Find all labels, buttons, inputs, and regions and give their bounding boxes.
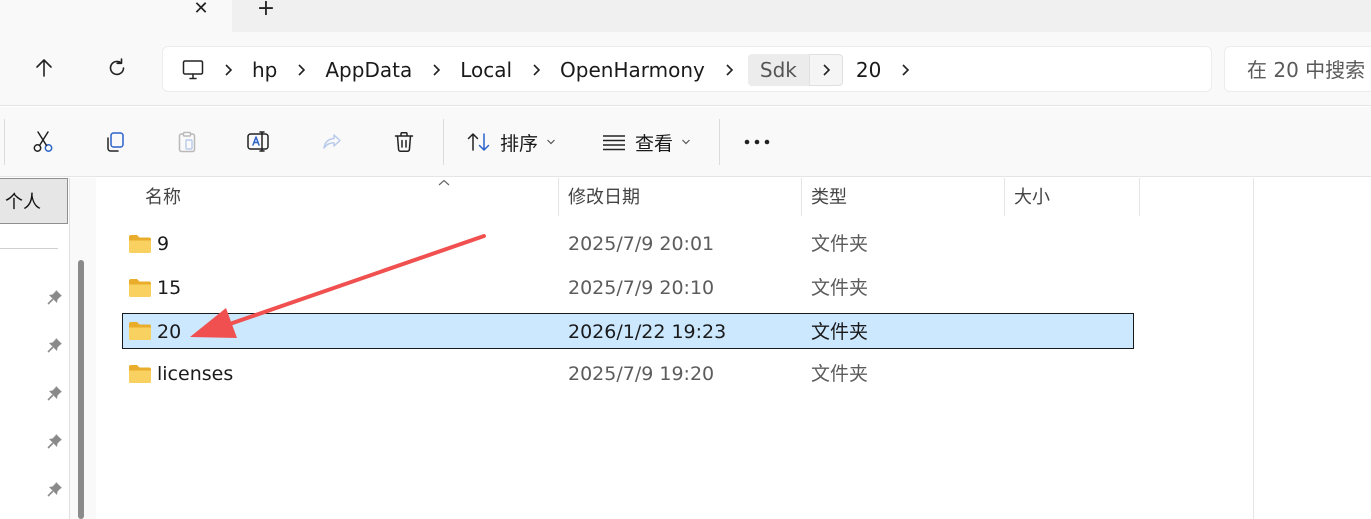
column-header-size[interactable]: 大小 <box>1014 178 1050 218</box>
view-label: 查看 <box>635 132 674 155</box>
toolbar-divider <box>443 119 444 165</box>
cut-button[interactable] <box>25 124 61 160</box>
file-type: 文件夹 <box>811 321 869 343</box>
navigation-pane: 个人 <box>0 178 96 519</box>
nav-divider <box>0 248 58 249</box>
folder-icon <box>129 365 151 383</box>
file-row[interactable]: 9 2025/7/9 20:01 文件夹 <box>122 226 1134 262</box>
share-icon <box>323 134 341 149</box>
breadcrumb-separator-icon[interactable] <box>890 54 920 86</box>
navigation-pane-list: 个人 <box>0 178 70 519</box>
share-button[interactable] <box>314 124 350 160</box>
breadcrumb-separator-icon[interactable] <box>521 54 551 86</box>
search-placeholder: 在 20 中搜索 <box>1247 58 1366 82</box>
crumb-openharmony[interactable]: OpenHarmony <box>551 54 714 86</box>
sort-icon <box>467 133 490 151</box>
arrow-up-icon <box>36 59 52 77</box>
personal-button[interactable]: 个人 <box>0 178 68 224</box>
toolbar-divider <box>719 119 720 165</box>
toolbar-divider <box>4 119 5 165</box>
file-modified: 2025/7/9 20:10 <box>568 277 715 299</box>
refresh-icon <box>109 58 125 76</box>
breadcrumb-separator-icon[interactable] <box>421 54 451 86</box>
search-input[interactable]: 在 20 中搜索 <box>1224 46 1371 92</box>
file-row[interactable]: 15 2025/7/9 20:10 文件夹 <box>122 270 1134 306</box>
crumb-20[interactable]: 20 <box>847 54 890 86</box>
sort-button[interactable]: 排序 <box>466 124 556 160</box>
file-name: licenses <box>157 363 234 385</box>
file-name: 9 <box>157 233 170 255</box>
active-tab[interactable]: ✕ <box>0 0 232 32</box>
sort-ascending-icon <box>438 179 450 186</box>
computer-icon <box>182 60 204 80</box>
column-divider[interactable] <box>1004 178 1005 216</box>
column-header-type[interactable]: 类型 <box>811 178 847 218</box>
folder-icon <box>129 279 151 297</box>
copy-button[interactable] <box>97 124 133 160</box>
column-divider[interactable] <box>1139 178 1140 216</box>
breadcrumb-separator-icon[interactable] <box>286 54 316 86</box>
column-header-modified[interactable]: 修改日期 <box>568 178 640 218</box>
new-tab-icon[interactable]: + <box>254 0 278 22</box>
breadcrumb: hp AppData Local OpenHarmony Sdk 20 <box>173 47 920 93</box>
file-modified: 2025/7/9 20:01 <box>568 233 715 255</box>
clipboard-icon <box>178 131 196 153</box>
crumb-local[interactable]: Local <box>451 54 521 86</box>
column-divider[interactable] <box>801 178 802 216</box>
file-modified: 2026/1/22 19:23 <box>568 321 727 343</box>
chevron-down-icon <box>682 139 690 145</box>
crumb-hp[interactable]: hp <box>243 54 286 86</box>
close-tab-icon[interactable]: ✕ <box>189 0 213 22</box>
refresh-button[interactable] <box>99 50 135 86</box>
rename-button[interactable] <box>241 124 277 160</box>
scissors-icon <box>33 131 53 152</box>
chevron-right-icon <box>0 194 1 208</box>
file-type: 文件夹 <box>811 363 869 385</box>
breadcrumb-separator-icon[interactable] <box>808 54 843 86</box>
tab-strip: ✕ + <box>0 0 1371 32</box>
file-row-selected[interactable]: 20 2026/1/22 19:23 文件夹 <box>122 313 1134 349</box>
command-bar: 排序 查看 <box>0 107 1371 177</box>
more-icon <box>744 139 770 145</box>
folder-icon <box>129 235 151 253</box>
rename-icon <box>247 131 269 152</box>
personal-label: 个人 <box>5 192 41 213</box>
trash-icon <box>394 132 414 153</box>
breadcrumb-separator-icon[interactable] <box>213 54 243 86</box>
more-options-button[interactable] <box>739 124 775 160</box>
folder-icon <box>129 322 151 340</box>
details-pane <box>1253 178 1371 519</box>
this-pc-crumb[interactable] <box>173 54 213 86</box>
chevron-down-icon <box>547 139 555 145</box>
view-button[interactable]: 查看 <box>601 124 691 160</box>
file-name: 15 <box>157 277 182 299</box>
column-divider[interactable] <box>558 178 559 216</box>
file-type: 文件夹 <box>811 277 869 299</box>
file-row[interactable]: licenses 2025/7/9 19:20 文件夹 <box>122 356 1134 392</box>
nav-scrollbar[interactable] <box>78 260 84 519</box>
column-header-name[interactable]: 名称 <box>145 178 181 218</box>
file-modified: 2025/7/9 19:20 <box>568 363 715 385</box>
pin-icon[interactable] <box>46 480 64 498</box>
pin-icon[interactable] <box>46 288 64 306</box>
file-list: 名称 修改日期 类型 大小 9 2025/7/9 20:01 文件夹 15 20… <box>96 178 1253 519</box>
address-bar[interactable]: hp AppData Local OpenHarmony Sdk 20 <box>162 46 1212 92</box>
crumb-sdk[interactable]: Sdk <box>747 54 809 86</box>
pin-icon[interactable] <box>46 432 64 450</box>
sort-label: 排序 <box>500 132 539 155</box>
pin-icon[interactable] <box>46 384 64 402</box>
delete-button[interactable] <box>386 124 422 160</box>
up-button[interactable] <box>26 50 62 86</box>
pin-icon[interactable] <box>46 336 64 354</box>
file-name: 20 <box>157 321 182 343</box>
address-row: hp AppData Local OpenHarmony Sdk 20 在 20… <box>0 32 1371 106</box>
crumb-appdata[interactable]: AppData <box>316 54 421 86</box>
file-type: 文件夹 <box>811 233 869 255</box>
copy-icon <box>107 132 124 152</box>
paste-button[interactable] <box>169 124 205 160</box>
breadcrumb-separator-icon[interactable] <box>714 54 744 86</box>
view-list-icon <box>603 135 625 151</box>
